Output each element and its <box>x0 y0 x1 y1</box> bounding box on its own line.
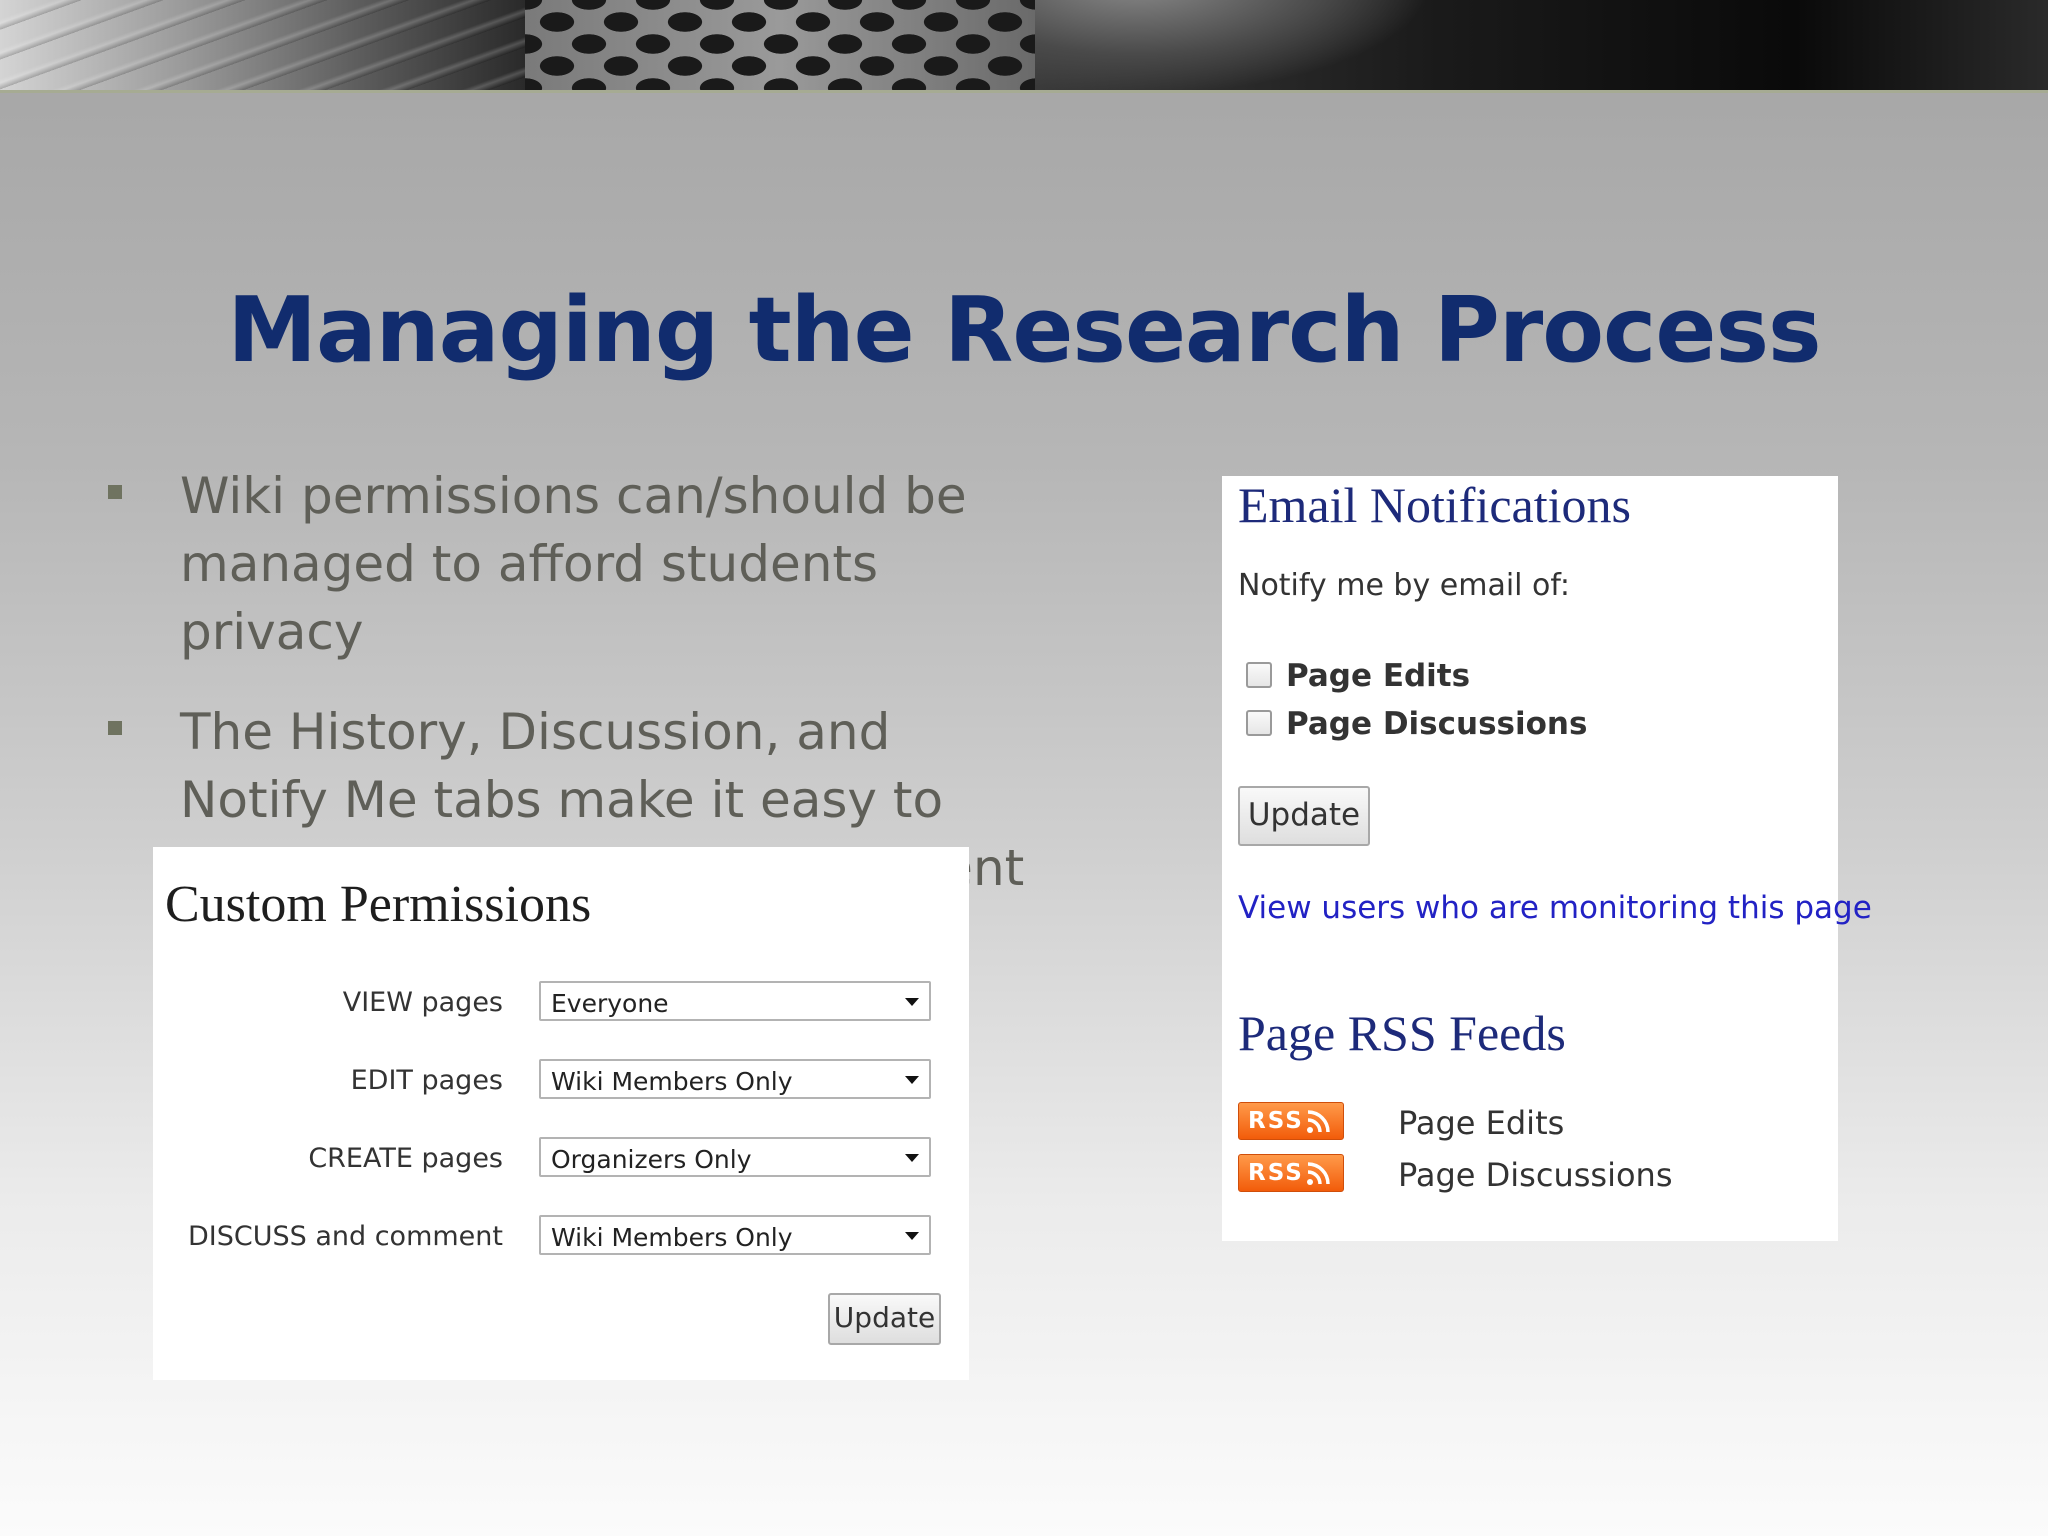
dropdown-arrow-icon <box>905 1232 919 1240</box>
dropdown-arrow-icon <box>905 998 919 1006</box>
permission-label: EDIT pages <box>350 1065 503 1096</box>
dropdown-arrow-icon <box>905 1154 919 1162</box>
rss-feed-label: Page Discussions <box>1398 1156 1673 1194</box>
permission-row-create: CREATE pages Organizers Only <box>153 1137 969 1177</box>
banner-image-left <box>0 0 525 90</box>
discuss-comment-select[interactable]: Wiki Members Only <box>539 1215 931 1255</box>
rss-badge[interactable]: RSS <box>1238 1154 1344 1192</box>
checkbox-label: Page Discussions <box>1286 706 1588 742</box>
rss-badge-text: RSS <box>1248 1160 1304 1186</box>
email-notifications-panel: Email Notifications Notify me by email o… <box>1222 476 1872 1241</box>
custom-permissions-panel: Custom Permissions VIEW pages Everyone E… <box>153 847 969 1380</box>
view-monitoring-users-link[interactable]: View users who are monitoring this page <box>1238 890 1872 926</box>
rss-badge-text: RSS <box>1248 1108 1304 1134</box>
custom-permissions-title: Custom Permissions <box>165 876 592 933</box>
rss-feed-icon <box>1307 1110 1330 1133</box>
notifications-update-button[interactable]: Update <box>1238 786 1370 846</box>
edit-pages-select[interactable]: Wiki Members Only <box>539 1059 931 1099</box>
checkbox-label: Page Edits <box>1286 658 1471 694</box>
bullet-square-icon <box>108 721 122 735</box>
select-value: Everyone <box>551 989 669 1018</box>
header-banner <box>0 0 2048 93</box>
select-value: Wiki Members Only <box>551 1067 793 1096</box>
rss-feed-label: Page Edits <box>1398 1104 1565 1142</box>
create-pages-select[interactable]: Organizers Only <box>539 1137 931 1177</box>
permission-row-edit: EDIT pages Wiki Members Only <box>153 1059 969 1099</box>
notify-intro-text: Notify me by email of: <box>1238 568 1570 603</box>
banner-image-tire <box>1035 0 2048 90</box>
permission-label: VIEW pages <box>342 987 503 1018</box>
email-notifications-title: Email Notifications <box>1238 477 1631 533</box>
page-edits-checkbox[interactable] <box>1246 662 1272 688</box>
dropdown-arrow-icon <box>905 1076 919 1084</box>
permission-label: DISCUSS and comment <box>187 1221 503 1252</box>
banner-image-grille <box>525 0 1035 90</box>
page-rss-feeds-title: Page RSS Feeds <box>1238 1005 1566 1061</box>
permission-label: CREATE pages <box>308 1143 503 1174</box>
bullet-item: Wiki permissions can/should be managed t… <box>108 462 1028 666</box>
bullet-square-icon <box>108 485 122 499</box>
rss-badge[interactable]: RSS <box>1238 1102 1344 1140</box>
permission-row-view: VIEW pages Everyone <box>153 981 969 1021</box>
bullet-text: Wiki permissions can/should be managed t… <box>180 467 967 661</box>
view-pages-select[interactable]: Everyone <box>539 981 931 1021</box>
slide-title: Managing the Research Process <box>227 278 1821 383</box>
permission-row-discuss: DISCUSS and comment Wiki Members Only <box>153 1215 969 1255</box>
page-discussions-checkbox[interactable] <box>1246 710 1272 736</box>
rss-feed-icon <box>1307 1162 1330 1185</box>
select-value: Organizers Only <box>551 1145 752 1174</box>
permissions-update-button[interactable]: Update <box>828 1293 941 1345</box>
select-value: Wiki Members Only <box>551 1223 793 1252</box>
